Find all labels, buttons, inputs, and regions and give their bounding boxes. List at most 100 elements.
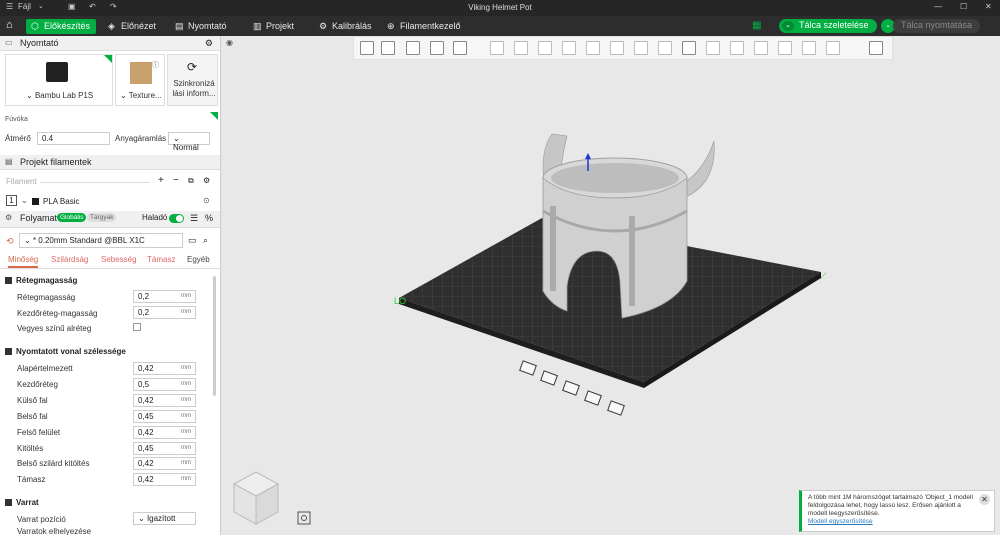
axis-z-arrow-head [585, 153, 591, 159]
pen-icon[interactable] [826, 41, 840, 55]
settings-icon[interactable]: ⚙ [203, 176, 210, 185]
cut-icon[interactable] [586, 41, 600, 55]
zoom-fit-icon[interactable] [297, 511, 311, 525]
variable-layer-icon[interactable] [802, 41, 816, 55]
plate-layout-icon[interactable]: ▦ [752, 20, 761, 31]
assembly-icon[interactable] [754, 41, 768, 55]
width-first-layer-input[interactable]: 0,5 mm [133, 378, 196, 391]
measure-icon[interactable] [706, 41, 720, 55]
rotate-icon[interactable] [514, 41, 528, 55]
tab-calibration[interactable]: ⚙ Kalibrálás [314, 19, 378, 34]
width-default-input[interactable]: 0,42 mm [133, 362, 196, 375]
simplify-model-link[interactable]: Modell egyszerűsítése [808, 518, 873, 525]
chevron-down-icon[interactable]: ⌄ [782, 21, 794, 31]
tab-speed[interactable]: Sebesség [101, 255, 137, 264]
scale-icon[interactable] [538, 41, 552, 55]
slice-plate-button[interactable]: ⌄ Tálca szeletelése [779, 19, 877, 33]
document-icon: ▥ [253, 21, 262, 31]
cube-icon: ⬡ [31, 21, 39, 31]
objects-toggle[interactable]: Tárgyak [87, 213, 117, 222]
width-support-input[interactable]: 0,42 mm [133, 473, 196, 486]
width-solid-infill-input[interactable]: 0,42 mm [133, 457, 196, 470]
filament-settings-icon[interactable]: ⊙ [203, 196, 210, 205]
lay-on-face-icon[interactable] [562, 41, 576, 55]
filament-color-swatch[interactable] [32, 198, 39, 205]
width-default-label: Alapértelmezett [17, 364, 73, 373]
tab-printer[interactable]: ▤ Nyomtató [170, 19, 233, 34]
tab-project[interactable]: ▥ Projekt [248, 19, 300, 34]
seam-placement-label: Varratok elhelyezése [17, 527, 92, 535]
advanced-switch[interactable] [169, 214, 184, 223]
diameter-label: Átmérő [5, 134, 31, 143]
chevron-down-icon: ⌄ [173, 134, 180, 143]
print-plate-button[interactable]: Tálca nyomtatása [893, 19, 981, 33]
text-tool-icon[interactable] [682, 41, 696, 55]
first-layer-height-input[interactable]: 0,2 mm [133, 306, 196, 319]
build-plate-scene: LO ⟋ [232, 133, 827, 525]
minimize-icon[interactable]: — [934, 2, 942, 11]
search-icon[interactable]: ⌕ [203, 235, 208, 246]
add-icon[interactable]: + [158, 175, 164, 186]
diameter-input[interactable]: 0.4 [37, 132, 110, 145]
sync-icon: ⟳ [187, 60, 198, 74]
width-infill-label: Kitöltés [17, 444, 44, 453]
emboss-icon[interactable] [730, 41, 744, 55]
settings-icon[interactable]: ⚙ [205, 38, 213, 49]
add-object-icon[interactable] [360, 41, 374, 55]
width-icon [5, 348, 12, 355]
close-icon[interactable]: ✕ [979, 494, 990, 505]
percent-icon[interactable]: % [205, 213, 213, 223]
return-icon[interactable] [869, 41, 883, 55]
remove-icon[interactable]: − [173, 175, 179, 186]
home-icon[interactable]: ⌂ [6, 19, 13, 31]
auto-orient-icon[interactable] [406, 41, 420, 55]
tab-quality[interactable]: Minőség [8, 255, 39, 268]
seam-paint-icon[interactable] [658, 41, 672, 55]
mixed-color-checkbox[interactable] [133, 323, 141, 331]
tab-support[interactable]: Támasz [147, 255, 175, 264]
edit-icon[interactable]: ⧉ [188, 176, 194, 186]
tab-preview[interactable]: ◈ Előnézet [103, 19, 162, 34]
maximize-icon[interactable]: ☐ [960, 2, 967, 11]
arrange-icon[interactable] [430, 41, 444, 55]
reset-icon[interactable]: ⟲ [6, 236, 14, 247]
plate-card[interactable]: ⓘ ⌄ Texture... [115, 54, 165, 106]
split-icon[interactable] [453, 41, 467, 55]
chevron-down-icon: ⌄ [26, 91, 35, 100]
width-inner-wall-input[interactable]: 0,45 mm [133, 410, 196, 423]
add-plate-icon[interactable] [381, 41, 395, 55]
view-cube[interactable] [232, 471, 280, 525]
width-infill-input[interactable]: 0,45 mm [133, 442, 196, 455]
layer-height-input[interactable]: 0,2 mm [133, 290, 196, 303]
chevron-down-icon[interactable]: ⌄ [21, 196, 28, 205]
plate-corner-mark: ⟋ [820, 271, 827, 281]
view-menu-icon[interactable]: ◉ [226, 38, 233, 47]
compare-icon[interactable]: ☰ [190, 213, 198, 224]
tab-other[interactable]: Egyéb [187, 255, 210, 264]
tab-prepare[interactable]: ⬡ Előkészítés [26, 19, 97, 34]
printer-card[interactable]: ⌄ Bambu Lab P1S [5, 54, 113, 106]
layers-icon[interactable] [778, 41, 792, 55]
filament-index: 1 [6, 195, 17, 206]
seam-position-select[interactable]: ⌄ Igazított [133, 512, 196, 525]
save-preset-icon[interactable]: ▭ [188, 235, 197, 246]
process-preset-select[interactable]: ⌄ * 0.20mm Standard @BBL X1C [19, 233, 183, 248]
3d-viewport[interactable]: LO ⟋ [222, 36, 1000, 535]
filament-icon: ▤ [5, 157, 13, 166]
scrollbar[interactable] [213, 276, 216, 396]
flow-select[interactable]: ⌄ Normál [168, 132, 210, 152]
close-icon[interactable]: ✕ [985, 2, 992, 11]
move-icon[interactable] [490, 41, 504, 55]
printer-name: Bambu Lab P1S [34, 91, 94, 100]
boolean-icon[interactable] [610, 41, 624, 55]
width-top-surface-input[interactable]: 0,42 mm [133, 426, 196, 439]
global-toggle[interactable]: Globális [57, 213, 87, 222]
width-outer-wall-input[interactable]: 0,42 mm [133, 394, 196, 407]
tab-strength[interactable]: Szilárdság [51, 255, 88, 264]
filament-filter[interactable]: Filament [6, 177, 37, 186]
seam-icon [5, 499, 12, 506]
tab-filament-manager[interactable]: ⊕ Filamentkezelő [382, 19, 467, 34]
support-paint-icon[interactable] [634, 41, 648, 55]
info-icon[interactable]: ⓘ [152, 60, 159, 70]
sync-button[interactable]: ⟳ Szinkronizá lási inform... [167, 54, 218, 106]
